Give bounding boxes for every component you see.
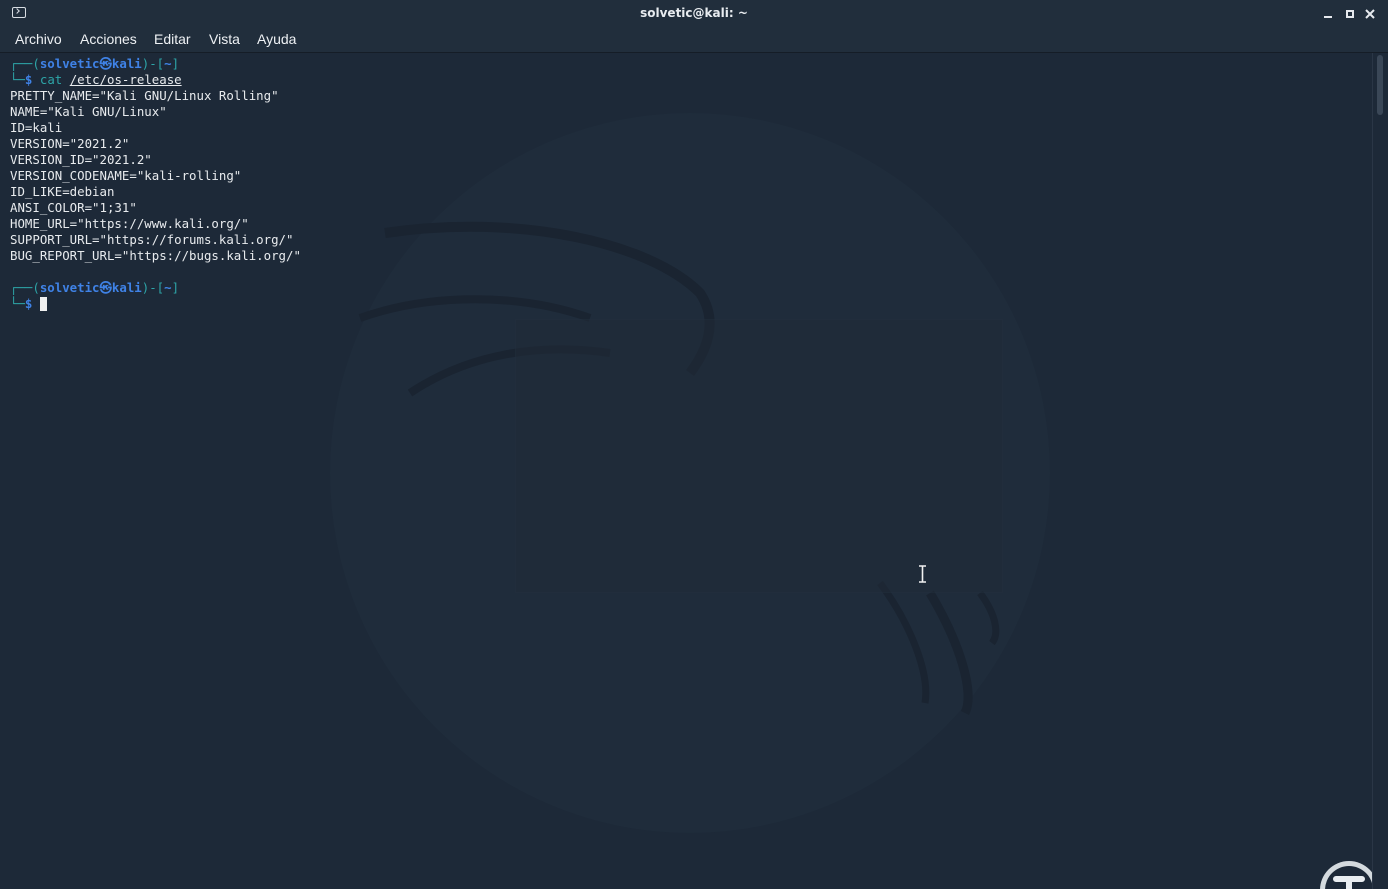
background-dialog [515,319,1003,593]
solvetic-logo-icon [1320,861,1372,889]
output-line: VERSION_CODENAME="kali-rolling" [10,168,242,183]
menu-ayuda[interactable]: Ayuda [257,31,296,47]
menu-acciones[interactable]: Acciones [80,31,137,47]
title-bar[interactable]: solvetic@kali: ~ [0,0,1388,28]
output-line: SUPPORT_URL="https://forums.kali.org/" [10,232,294,247]
menu-vista[interactable]: Vista [209,31,240,47]
command: cat [39,72,63,87]
vertical-scrollbar[interactable] [1372,53,1388,889]
output-line: NAME="Kali GNU/Linux" [10,104,167,119]
menu-editar[interactable]: Editar [154,31,191,47]
output-line: ID_LIKE=debian [10,184,115,199]
terminal-area[interactable]: ┌──(solvetic㉿kali)-[~] └─$ cat /etc/os-r… [0,53,1372,889]
output-line: VERSION="2021.2" [10,136,130,151]
close-icon [1365,9,1375,19]
output-line: ID=kali [10,120,63,135]
output-line: HOME_URL="https://www.kali.org/" [10,216,249,231]
output-line: ANSI_COLOR="1;31" [10,200,137,215]
menu-archivo[interactable]: Archivo [15,31,62,47]
text-cursor [39,297,47,311]
input-line[interactable]: └─$ [10,296,47,312]
command-argument[interactable]: /etc/os-release [70,72,182,87]
ibeam-cursor-icon [919,565,926,583]
scrollbar-thumb[interactable] [1377,55,1383,115]
minimize-button[interactable] [1320,6,1336,22]
output-line: PRETTY_NAME="Kali GNU/Linux Rolling" [10,88,279,103]
maximize-button[interactable] [1342,6,1358,22]
command-line: └─$ cat /etc/os-release [10,72,182,87]
menu-bar: Archivo Acciones Editar Vista Ayuda [0,28,1388,53]
prompt-line-top: ┌──(solvetic㉿kali)-[~] [10,280,180,295]
output-line: VERSION_ID="2021.2" [10,152,152,167]
terminal-window: solvetic@kali: ~ Archivo Acciones Editar… [0,0,1388,889]
output-line: BUG_REPORT_URL="https://bugs.kali.org/" [10,248,301,263]
prompt-line-top: ┌──(solvetic㉿kali)-[~] [10,56,180,71]
close-button[interactable] [1362,6,1378,22]
window-title: solvetic@kali: ~ [640,6,748,20]
